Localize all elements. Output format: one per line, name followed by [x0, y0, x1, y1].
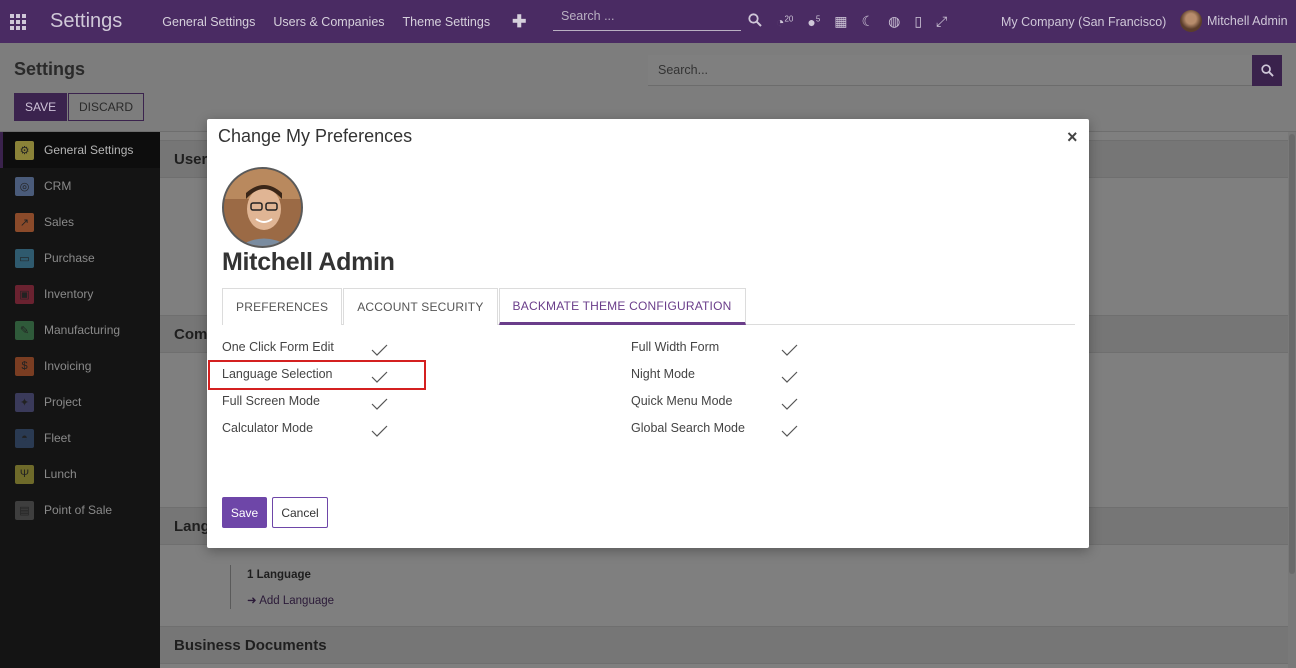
cutlery-icon: Ψ — [15, 464, 34, 484]
expand-icon[interactable]: ⤢ — [936, 13, 947, 30]
add-language-link[interactable]: ➜ Add Language — [247, 593, 334, 607]
tab-backmate-theme-configuration[interactable]: BACKMATE THEME CONFIGURATION — [498, 288, 746, 325]
sidebar-item-label: Point of Sale — [44, 503, 113, 517]
nav-menu: General Settings Users & Companies Theme… — [162, 12, 526, 32]
user-name-heading: Mitchell Admin — [222, 248, 395, 276]
option-label: Night Mode — [631, 367, 695, 381]
sidebar-item-label: Sales — [44, 215, 75, 229]
sidebar-item-label: Invoicing — [44, 359, 92, 373]
sidebar-item-lunch[interactable]: Ψ Lunch — [0, 456, 160, 492]
settings-sidebar: ⚙ General Settings ◎ CRM ↗ Sales ▭ Purchase … — [0, 132, 160, 668]
company-switcher[interactable]: My Company (San Francisco) — [1001, 15, 1166, 29]
tab-preferences[interactable]: PREFERENCES — [222, 288, 343, 325]
activity-count: 20 — [784, 13, 794, 23]
menu-general-settings[interactable]: General Settings — [162, 15, 255, 29]
car-icon: ◓ — [15, 428, 34, 448]
option-label: One Click Form Edit — [222, 340, 334, 354]
option-label: Global Search Mode — [631, 421, 745, 435]
breadcrumb: Settings — [14, 59, 86, 79]
sidebar-item-point-of-sale[interactable]: ▤ Point of Sale — [0, 492, 160, 528]
checkbox-language-selection[interactable] — [371, 371, 388, 383]
sidebar-item-label: CRM — [44, 179, 72, 193]
option-label: Calculator Mode — [222, 421, 314, 435]
option-label: Quick Menu Mode — [631, 394, 733, 408]
dialog-cancel-button[interactable]: Cancel — [272, 497, 328, 528]
save-button[interactable]: SAVE — [14, 93, 68, 121]
sidebar-item-manufacturing[interactable]: ✎ Manufacturing — [0, 312, 160, 348]
wrench-icon: ✎ — [15, 320, 34, 340]
invoice-icon: $ — [15, 356, 34, 376]
dialog-title: Change My Preferences — [218, 126, 413, 146]
chart-icon: ↗ — [15, 212, 34, 232]
checkbox-night-mode[interactable] — [781, 371, 798, 383]
sidebar-item-purchase[interactable]: ▭ Purchase — [0, 240, 160, 276]
sidebar-item-label: General Settings — [44, 143, 134, 157]
settings-search-input[interactable]: Search... — [648, 55, 1252, 86]
user-menu[interactable]: Mitchell Admin — [1180, 10, 1288, 32]
user-avatar-large[interactable] — [222, 167, 303, 248]
card-icon: ▭ — [15, 248, 34, 268]
checkbox-full-width-form[interactable] — [781, 344, 798, 356]
add-language-label: Add Language — [259, 595, 335, 607]
sidebar-item-label: Manufacturing — [44, 323, 121, 337]
checkbox-calculator-mode[interactable] — [371, 425, 388, 437]
search-icon — [1260, 64, 1274, 77]
apps-grid-icon[interactable] — [10, 13, 28, 30]
user-avatar — [1180, 10, 1202, 32]
discard-button[interactable]: DISCARD — [68, 93, 145, 121]
app-title: Settings — [50, 10, 123, 32]
sidebar-item-label: Inventory — [44, 287, 94, 301]
checkbox-one-click-form-edit[interactable] — [371, 344, 388, 356]
checkbox-global-search-mode[interactable] — [781, 425, 798, 437]
search-button[interactable] — [1252, 55, 1282, 86]
tab-account-security[interactable]: ACCOUNT SECURITY — [343, 288, 498, 325]
dialog-save-button[interactable]: Save — [222, 497, 267, 528]
moon-icon[interactable]: ☾ — [862, 13, 875, 30]
plus-icon[interactable]: ✚ — [512, 12, 526, 32]
message-count: 5 — [815, 13, 821, 23]
sidebar-item-label: Lunch — [44, 467, 77, 481]
box-icon: ▣ — [15, 284, 34, 304]
sidebar-item-fleet[interactable]: ◓ Fleet — [0, 420, 160, 456]
sidebar-item-inventory[interactable]: ▣ Inventory — [0, 276, 160, 312]
sidebar-item-crm[interactable]: ◎ CRM — [0, 168, 160, 204]
preferences-dialog: Change My Preferences × Mitchell Admin P… — [207, 119, 1089, 548]
sidebar-item-project[interactable]: ✦ Project — [0, 384, 160, 420]
nav-icons: ◔20 ●5 ▦ ☾ ◍ ▯ ⤢ — [748, 0, 947, 43]
language-count: 1 Language — [247, 569, 311, 581]
sidebar-item-invoicing[interactable]: $ Invoicing — [0, 348, 160, 384]
messages-icon[interactable]: ●5 — [807, 14, 820, 30]
checkbox-full-screen-mode[interactable] — [371, 398, 388, 410]
menu-users-companies[interactable]: Users & Companies — [273, 15, 384, 29]
bookmark-icon[interactable]: ▯ — [914, 13, 922, 30]
menu-theme-settings[interactable]: Theme Settings — [403, 15, 491, 29]
handshake-icon: ◎ — [15, 176, 34, 196]
option-label: Language Selection — [222, 367, 333, 381]
nav-search-input[interactable]: Search ... — [553, 6, 741, 31]
preference-tabs: PREFERENCES ACCOUNT SECURITY BACKMATE TH… — [222, 288, 1075, 325]
puzzle-icon: ✦ — [15, 392, 34, 412]
close-icon[interactable]: × — [1067, 127, 1078, 148]
section-business-documents: Business Documents — [160, 626, 1288, 664]
calculator-icon[interactable]: ▦ — [834, 13, 847, 30]
sidebar-item-label: Fleet — [44, 431, 71, 445]
globe-icon[interactable]: ◍ — [888, 13, 900, 30]
activity-icon[interactable]: ◔20 — [776, 14, 793, 30]
language-box: 1 Language ➜ Add Language — [230, 565, 334, 609]
user-name: Mitchell Admin — [1207, 14, 1288, 28]
sidebar-item-general-settings[interactable]: ⚙ General Settings — [0, 132, 160, 168]
option-label: Full Width Form — [631, 340, 720, 354]
checkbox-quick-menu-mode[interactable] — [781, 398, 798, 410]
option-label: Full Screen Mode — [222, 394, 320, 408]
scrollbar[interactable] — [1288, 132, 1296, 668]
gear-icon: ⚙ — [15, 140, 34, 160]
sidebar-item-label: Project — [44, 395, 82, 409]
sidebar-item-label: Purchase — [44, 251, 95, 265]
scrollbar-thumb[interactable] — [1289, 134, 1295, 574]
sidebar-item-sales[interactable]: ↗ Sales — [0, 204, 160, 240]
search-icon[interactable] — [748, 13, 762, 30]
shop-icon: ▤ — [15, 500, 34, 520]
